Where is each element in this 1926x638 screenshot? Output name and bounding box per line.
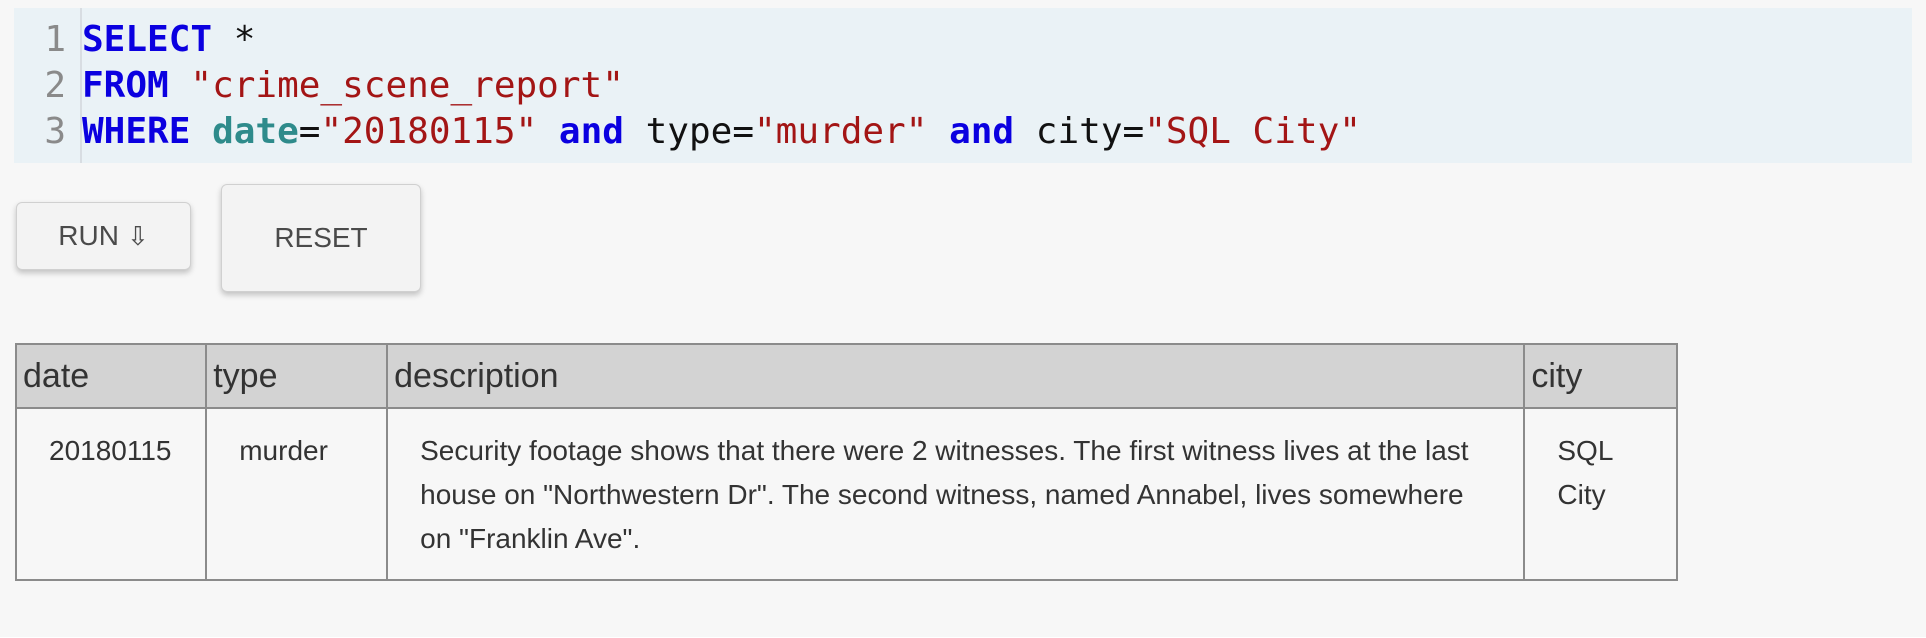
- results-table: date type description city 20180115 murd…: [14, 343, 1678, 581]
- line-number-gutter: 1 2 3: [14, 8, 82, 163]
- code-line-2[interactable]: FROM "crime_scene_report": [82, 63, 624, 109]
- reset-button[interactable]: RESET: [221, 184, 421, 292]
- date-value: "20180115": [320, 111, 538, 152]
- keyword-where: WHERE: [82, 111, 191, 152]
- column-header-description: description: [386, 343, 1526, 409]
- line-number: 1: [44, 19, 66, 60]
- table-row: 20180115 murder Security footage shows t…: [14, 407, 1678, 581]
- code-line-1[interactable]: SELECT *: [82, 17, 255, 63]
- column-header-city: city: [1523, 343, 1678, 409]
- run-button[interactable]: RUN ⇩: [16, 202, 191, 270]
- line-number: 3: [44, 111, 66, 152]
- column-city: city: [1035, 111, 1123, 152]
- arrow-down-icon: ⇩: [126, 220, 149, 251]
- equals-operator: =: [1122, 111, 1145, 152]
- cell-date: 20180115: [14, 407, 208, 581]
- table-name: "crime_scene_report": [190, 65, 624, 106]
- keyword-select: SELECT: [82, 19, 213, 60]
- code-line-3[interactable]: WHERE date="20180115" and type="murder" …: [82, 109, 1361, 155]
- column-type: type: [645, 111, 733, 152]
- city-value: "SQL City": [1144, 111, 1361, 152]
- table-header-row: date type description city: [14, 343, 1678, 409]
- sql-editor[interactable]: 1 2 3 SELECT * FROM "crime_scene_report"…: [14, 8, 1912, 163]
- column-header-type: type: [205, 343, 389, 409]
- line-number: 2: [44, 65, 66, 106]
- keyword-and: and: [558, 111, 624, 152]
- run-label: RUN: [58, 220, 119, 251]
- select-star: *: [212, 19, 256, 60]
- equals-operator: =: [298, 111, 321, 152]
- cell-description: Security footage shows that there were 2…: [386, 407, 1526, 581]
- cell-city: SQL City: [1523, 407, 1678, 581]
- column-header-date: date: [14, 343, 208, 409]
- keyword-and: and: [949, 111, 1015, 152]
- sql-query-panel: 1 2 3 SELECT * FROM "crime_scene_report"…: [0, 0, 1926, 637]
- type-value: "murder": [754, 111, 928, 152]
- reset-label: RESET: [274, 222, 368, 253]
- cell-type: murder: [205, 407, 389, 581]
- equals-operator: =: [732, 111, 754, 152]
- keyword-from: FROM: [82, 65, 169, 106]
- column-date: date: [212, 111, 299, 152]
